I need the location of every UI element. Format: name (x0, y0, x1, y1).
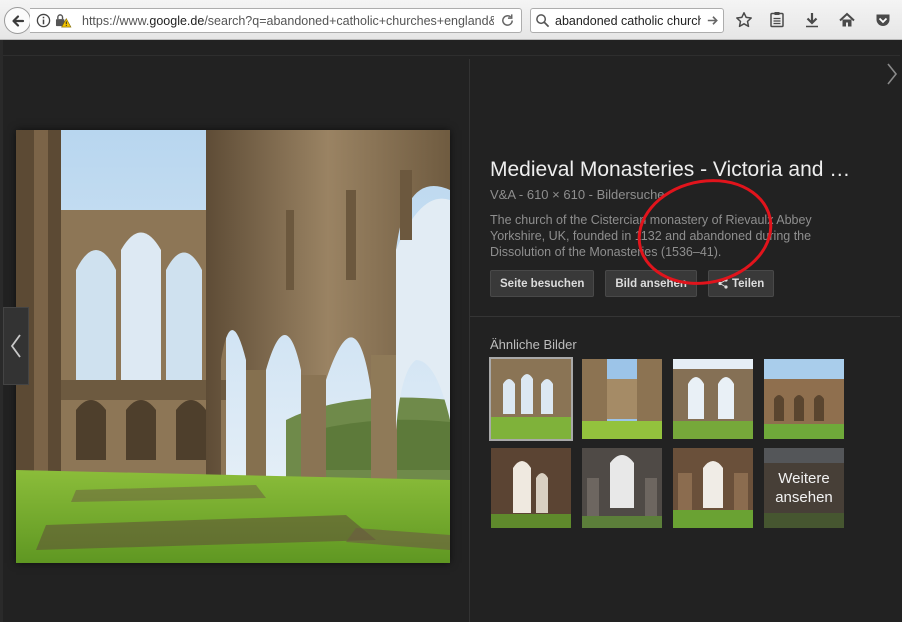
url-text[interactable]: https://www.google.de/search?q=abandoned… (82, 14, 494, 28)
pocket-icon (876, 14, 890, 27)
next-image-button[interactable] (886, 61, 898, 92)
bookmark-button[interactable] (734, 10, 754, 30)
visit-page-label: Seite besuchen (500, 277, 585, 290)
visit-page-button[interactable]: Seite besuchen (490, 270, 595, 297)
search-bar[interactable]: abandoned catholic churches er (530, 8, 724, 33)
more-images-thumb[interactable]: Weitere ansehen (764, 448, 844, 528)
reading-list-button[interactable] (767, 10, 787, 30)
similar-image-thumb[interactable] (489, 357, 573, 441)
search-input[interactable]: abandoned catholic churches er (555, 14, 701, 28)
home-button[interactable] (837, 10, 857, 30)
reading-list-icon (770, 12, 784, 28)
chevron-left-icon (10, 334, 21, 358)
similar-image-thumb[interactable] (582, 359, 662, 439)
panel-divider (469, 59, 470, 622)
back-button[interactable] (4, 7, 31, 34)
downloads-button[interactable] (802, 10, 822, 30)
reload-icon (502, 14, 513, 26)
similar-image-thumb[interactable] (491, 448, 571, 528)
panel-top-border (3, 55, 900, 56)
image-preview-panel: Medieval Monasteries - Victoria and … V&… (3, 41, 900, 622)
lock-warning-icon[interactable] (54, 13, 72, 28)
search-icon (536, 14, 550, 28)
download-icon (806, 13, 818, 28)
section-separator (470, 316, 900, 317)
main-preview-image[interactable] (16, 130, 450, 563)
previous-image-button[interactable] (3, 307, 29, 385)
share-label: Teilen (731, 277, 765, 290)
chevron-right-icon (887, 63, 898, 85)
reload-button[interactable] (500, 13, 515, 33)
similar-image-thumb[interactable] (673, 359, 753, 439)
info-icon[interactable] (36, 13, 51, 28)
more-images-label[interactable]: Weitere ansehen (764, 448, 844, 528)
star-icon (736, 12, 752, 28)
url-bar[interactable]: https://www.google.de/search?q=abandoned… (30, 8, 522, 33)
similar-image-thumb[interactable] (673, 448, 753, 528)
back-arrow-icon (11, 14, 24, 27)
search-go-button[interactable] (705, 13, 720, 33)
pocket-button[interactable] (873, 10, 893, 30)
similar-images-grid: Weitere ansehen (489, 357, 844, 528)
similar-images-heading: Ähnliche Bilder (490, 337, 577, 352)
browser-toolbar: https://www.google.de/search?q=abandoned… (0, 0, 902, 40)
go-arrow-icon (707, 16, 718, 25)
similar-image-thumb[interactable] (764, 359, 844, 439)
home-icon (839, 12, 855, 27)
similar-image-thumb[interactable] (582, 448, 662, 528)
result-title[interactable]: Medieval Monasteries - Victoria and … (490, 158, 885, 182)
